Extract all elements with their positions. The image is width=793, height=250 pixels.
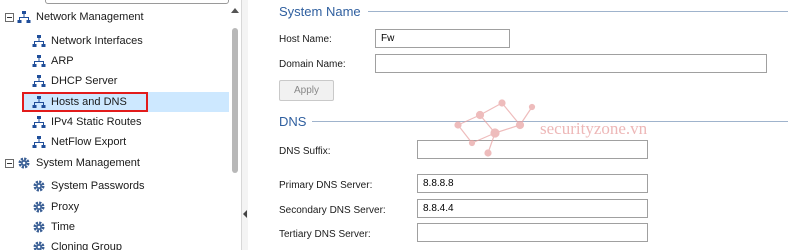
network-icon (32, 96, 46, 108)
section-divider (368, 11, 788, 12)
tertiary-dns-input[interactable] (417, 223, 648, 242)
primary-dns-label: Primary DNS Server: (279, 180, 373, 191)
network-icon (32, 75, 46, 87)
collapse-toggle-icon[interactable] (5, 12, 14, 22)
tree-item-network-interfaces[interactable]: Network Interfaces (32, 31, 143, 51)
tree-item-hosts-and-dns[interactable]: Hosts and DNS (22, 92, 229, 112)
network-icon (32, 55, 46, 67)
tertiary-dns-label: Tertiary DNS Server: (279, 229, 371, 240)
gear-icon (18, 157, 30, 169)
watermark: securityzone.vn (450, 95, 710, 165)
tree-item-time[interactable]: Time (32, 217, 75, 237)
tree-item-label: Network Management (36, 11, 144, 23)
tree-item-proxy[interactable]: Proxy (32, 197, 79, 217)
apply-button[interactable]: Apply (279, 80, 334, 101)
tree-group-network-management[interactable]: Network Management (5, 7, 144, 27)
watermark-network-logo-icon (454, 99, 536, 157)
tree-item-label: NetFlow Export (51, 136, 127, 148)
gear-icon (33, 241, 45, 250)
host-name-label: Host Name: (279, 34, 332, 45)
tree-item-label: DHCP Server (51, 75, 118, 87)
gear-icon (33, 201, 45, 213)
tree-item-label: Network Interfaces (51, 35, 143, 47)
network-icon (32, 116, 46, 128)
secondary-dns-input[interactable] (417, 199, 648, 218)
network-icon (17, 11, 31, 23)
scroll-up-arrow-icon[interactable] (231, 8, 239, 13)
gear-icon (33, 180, 45, 192)
secondary-dns-label: Secondary DNS Server: (279, 205, 386, 216)
gear-icon (33, 221, 45, 233)
tree-item-label: Time (51, 221, 76, 233)
section-title-system-name: System Name (279, 4, 361, 19)
tree-item-system-passwords[interactable]: System Passwords (32, 176, 145, 196)
tree-item-label: System Passwords (51, 180, 145, 192)
tree-item-label: Proxy (51, 201, 80, 213)
collapse-left-arrow-icon[interactable] (243, 210, 247, 218)
tree-group-system-management[interactable]: System Management (5, 153, 140, 173)
primary-dns-input[interactable] (417, 174, 648, 193)
section-title-dns: DNS (279, 114, 307, 129)
tree-item-ipv4-static-routes[interactable]: IPv4 Static Routes (32, 112, 142, 132)
dns-suffix-label: DNS Suffix: (279, 146, 331, 157)
tree-search-input[interactable] (45, 0, 229, 4)
tree-item-label: Hosts and DNS (51, 96, 127, 108)
domain-name-input[interactable] (375, 54, 767, 73)
scrollbar-thumb[interactable] (232, 28, 238, 173)
host-name-input[interactable] (375, 29, 510, 48)
network-icon (32, 136, 46, 148)
tree-item-label: Cloning Group (51, 241, 122, 250)
navigation-tree: Network Management Network Interfaces AR… (0, 0, 245, 250)
collapse-toggle-icon[interactable] (5, 158, 14, 168)
tree-item-netflow-export[interactable]: NetFlow Export (32, 132, 126, 152)
tree-item-arp[interactable]: ARP (32, 51, 74, 71)
tree-item-dhcp-server[interactable]: DHCP Server (32, 71, 117, 91)
tree-item-label: System Management (36, 157, 140, 169)
tree-item-label: ARP (51, 55, 74, 67)
tree-scrollbar[interactable] (229, 0, 241, 250)
network-icon (32, 35, 46, 47)
watermark-text: securityzone.vn (540, 119, 648, 138)
tree-item-cloning-group[interactable]: Cloning Group (32, 237, 122, 250)
domain-name-label: Domain Name: (279, 59, 346, 70)
tree-item-label: IPv4 Static Routes (51, 116, 142, 128)
